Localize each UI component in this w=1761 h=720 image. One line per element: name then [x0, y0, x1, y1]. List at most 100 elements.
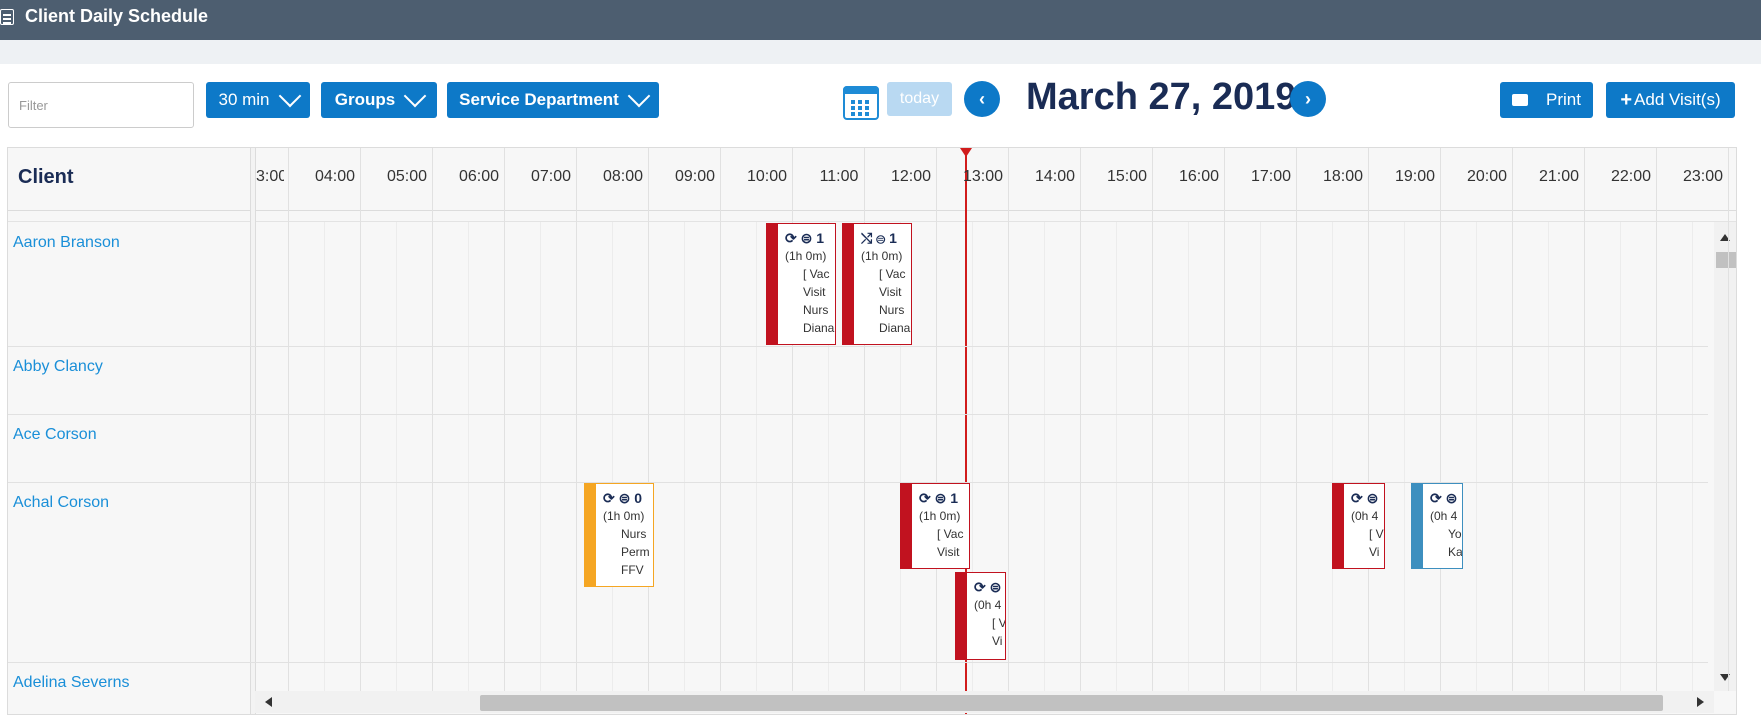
- visit-duration: (1h 0m): [785, 249, 827, 263]
- visit-detail: Nurs: [803, 303, 829, 317]
- hour-gridline: [504, 148, 505, 691]
- hour-label: 16:00: [1178, 168, 1220, 185]
- half-hour-gridline: [1332, 222, 1333, 691]
- hour-gridline: [1440, 148, 1441, 691]
- client-name-link[interactable]: Achal Corson: [13, 494, 109, 512]
- visit-detail: [ V: [1369, 527, 1384, 541]
- status-bar: [585, 484, 596, 586]
- calendar-icon[interactable]: [843, 86, 879, 120]
- horizontal-scrollbar[interactable]: [255, 691, 1714, 713]
- status-bar: [843, 224, 854, 344]
- hour-label: 07:00: [530, 168, 572, 185]
- visit-duration: (0h 4: [1430, 509, 1458, 523]
- schedule-grid: Client 3:00 04:00 05:00 06:00 07:00 08:00 09:0…: [7, 147, 1737, 715]
- visit-duration: (1h 0m): [919, 509, 961, 523]
- half-hour-gridline: [612, 222, 613, 691]
- hour-label: 17:00: [1250, 168, 1292, 185]
- visit-appointment[interactable]: ⟳ ⊜ 0 (1h 0m) Nurs Perm FFV: [584, 483, 654, 587]
- visit-duration: (1h 0m): [861, 249, 903, 263]
- client-column-divider: [250, 148, 256, 714]
- title-bar: Client Daily Schedule: [0, 0, 1761, 40]
- hour-label: 22:00: [1610, 168, 1652, 185]
- recurring-icon: ⟳ ⊜ 0: [603, 490, 643, 506]
- status-bar: [901, 484, 912, 568]
- visit-appointment[interactable]: ⟳ ⊜ (0h 4 [ V Vi: [1332, 483, 1385, 569]
- today-button[interactable]: today: [887, 82, 952, 116]
- visit-detail: Visit: [879, 285, 902, 299]
- interval-label: 30 min: [218, 90, 270, 109]
- hour-label: 15:00: [1106, 168, 1148, 185]
- recurring-icon: ⤭ ⊜ 1: [861, 230, 897, 246]
- visit-detail: Diana: [879, 321, 911, 335]
- chevron-down-icon: [627, 84, 651, 108]
- print-button[interactable]: Print: [1500, 82, 1593, 118]
- visit-appointment[interactable]: ⤭ ⊜ 1 (1h 0m) [ Vac Visit Nurs Diana: [842, 223, 912, 345]
- department-dropdown[interactable]: Service Department: [447, 82, 659, 118]
- next-day-button[interactable]: ›: [1290, 81, 1326, 117]
- visit-duration: (0h 4: [1351, 509, 1379, 523]
- page-title: Client Daily Schedule: [25, 6, 209, 26]
- scroll-left-icon[interactable]: [265, 697, 272, 707]
- hour-label: 05:00: [386, 168, 428, 185]
- previous-day-button[interactable]: ‹: [964, 81, 1000, 117]
- hour-label: 12:00: [890, 168, 932, 185]
- filter-input[interactable]: [8, 82, 194, 128]
- half-hour-gridline: [1548, 222, 1549, 691]
- half-hour-gridline: [684, 222, 685, 691]
- vertical-scrollbar[interactable]: [1714, 222, 1736, 691]
- vertical-scroll-thumb[interactable]: [1716, 252, 1736, 268]
- visit-appointment[interactable]: ⟳ ⊜ (0h 4 Yo Ka: [1411, 483, 1463, 569]
- visit-detail: Visit: [803, 285, 826, 299]
- current-time-marker: [960, 148, 972, 157]
- current-date: March 27, 2019: [1026, 76, 1297, 118]
- client-name-link[interactable]: Abby Clancy: [13, 358, 103, 376]
- hour-gridline: [1008, 148, 1009, 691]
- hour-gridline: [432, 148, 433, 691]
- client-name-link[interactable]: Adelina Severns: [13, 674, 130, 692]
- recurring-icon: ⟳ ⊜: [974, 579, 1002, 595]
- scroll-right-icon[interactable]: [1697, 697, 1704, 707]
- visit-detail: Vi: [992, 634, 1003, 648]
- half-hour-gridline: [468, 222, 469, 691]
- groups-label: Groups: [334, 90, 396, 109]
- visit-detail: Vi: [1369, 545, 1380, 559]
- chevron-left-icon: ‹: [979, 88, 985, 109]
- hour-gridline: [720, 148, 721, 691]
- half-hour-gridline: [1620, 222, 1621, 691]
- hour-label: 14:00: [1034, 168, 1076, 185]
- visit-detail: Ka: [1448, 545, 1463, 559]
- hour-gridline: [1512, 148, 1513, 691]
- hour-label: 04:00: [314, 168, 356, 185]
- client-name-link[interactable]: Ace Corson: [13, 426, 97, 444]
- add-visit-label: Add Visit(s): [1634, 90, 1721, 109]
- row-divider: [8, 662, 1708, 663]
- hour-gridline: [288, 148, 289, 691]
- hour-gridline: [936, 148, 937, 691]
- hour-label: 06:00: [458, 168, 500, 185]
- client-name-link[interactable]: Aaron Branson: [13, 234, 120, 252]
- horizontal-scroll-thumb[interactable]: [480, 695, 1663, 711]
- visit-detail: Diana: [803, 321, 835, 335]
- half-hour-gridline: [1116, 222, 1117, 691]
- groups-dropdown[interactable]: Groups: [321, 82, 437, 118]
- interval-dropdown[interactable]: 30 min: [206, 82, 310, 118]
- hour-gridline: [1224, 148, 1225, 691]
- hour-gridline: [1728, 148, 1729, 691]
- visit-appointment[interactable]: ⟳ ⊜ 1 (1h 0m) [ Vac Visit Nurs Diana: [766, 223, 836, 345]
- plus-icon: +: [1620, 88, 1633, 111]
- header-divider: [8, 210, 1736, 211]
- status-bar: [956, 573, 967, 659]
- row-divider: [8, 414, 1708, 415]
- hour-label: 09:00: [674, 168, 716, 185]
- visit-appointment[interactable]: ⟳ ⊜ (0h 4 [ V Vi: [955, 572, 1006, 660]
- visit-detail: [ Vac: [803, 267, 830, 281]
- hour-gridline: [360, 148, 361, 691]
- visit-detail: FFV: [621, 563, 644, 577]
- hour-label: 20:00: [1466, 168, 1508, 185]
- visit-detail: [ Vac: [937, 527, 964, 541]
- department-label: Service Department: [459, 90, 619, 109]
- visit-appointment[interactable]: ⟳ ⊜ 1 (1h 0m) [ Vac Visit: [900, 483, 970, 569]
- half-hour-gridline: [324, 222, 325, 691]
- hour-label: 11:00: [819, 168, 859, 185]
- add-visit-button[interactable]: + Add Visit(s): [1606, 82, 1735, 118]
